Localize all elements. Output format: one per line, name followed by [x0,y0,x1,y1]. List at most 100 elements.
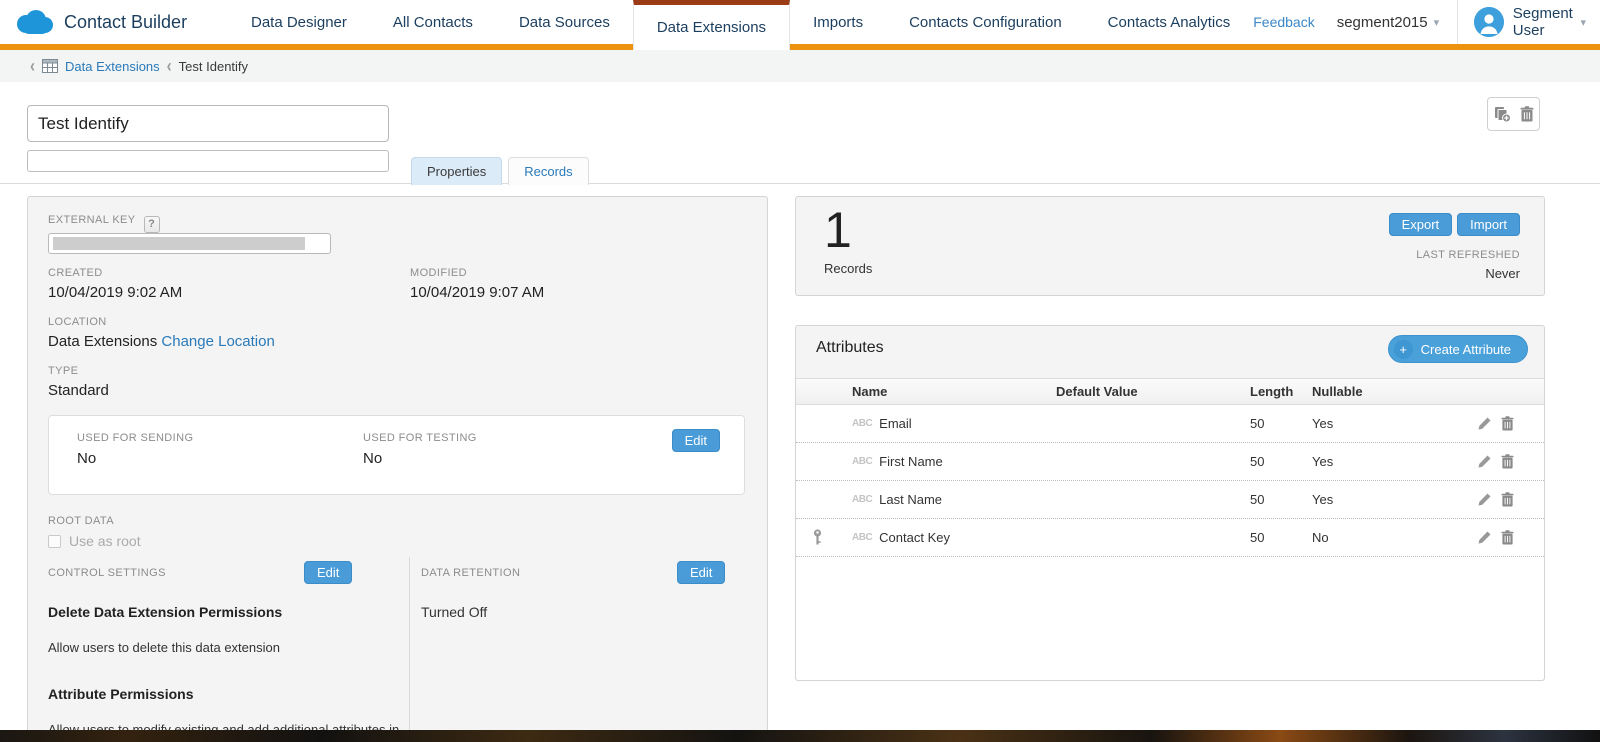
column-header-nullable: Nullable [1312,384,1544,399]
chevron-down-icon[interactable]: ▾ [1434,16,1440,29]
tab-properties[interactable]: Properties [411,157,502,185]
text-type-icon: ABC [852,532,872,543]
usage-settings-box: USED FOR SENDING No USED FOR TESTING No … [48,415,745,495]
redacted-value [53,237,305,250]
export-button[interactable]: Export [1389,213,1453,236]
attributes-table-header: Name Default Value Length Nullable [796,379,1544,405]
user-menu[interactable]: Segment User [1513,5,1575,39]
modified-label: MODIFIED [410,267,467,279]
header-divider [1457,0,1458,44]
edit-control-settings-button[interactable]: Edit [304,561,352,584]
back-chevron-icon[interactable]: ‹ [30,56,35,76]
attribute-nullable: No [1312,530,1477,545]
attribute-name: Last Name [879,492,942,507]
attribute-permissions-title: Attribute Permissions [48,686,193,702]
nav-item-all-contacts[interactable]: All Contacts [370,0,496,44]
nav-item-imports[interactable]: Imports [790,0,886,44]
breadcrumb-parent-link[interactable]: Data Extensions [65,59,160,74]
create-attribute-label: Create Attribute [1421,342,1511,357]
attribute-length: 50 [1250,454,1312,469]
use-as-root-label: Use as root [69,533,141,549]
edit-data-retention-button[interactable]: Edit [677,561,725,584]
create-attribute-button[interactable]: + Create Attribute [1388,335,1528,363]
table-row: ABC Contact Key 50No [796,519,1544,557]
nav-right-cluster: Feedback segment2015 ▾ Segment User ▾ [1253,0,1600,44]
account-menu[interactable]: segment2015 [1337,14,1428,31]
extension-description-input[interactable] [27,150,389,172]
attribute-nullable: Yes [1312,492,1477,507]
nav-item-contacts-configuration[interactable]: Contacts Configuration [886,0,1085,44]
app-title: Contact Builder [64,12,187,33]
table-row: ABC Email 50Yes [796,405,1544,443]
table-row: ABC Last Name 50Yes [796,481,1544,519]
location-value: Data Extensions [48,333,157,350]
accent-bar [0,44,1600,50]
help-icon[interactable]: ? [144,216,160,233]
data-retention-label: DATA RETENTION [421,567,520,579]
edit-usage-button[interactable]: Edit [672,429,720,452]
delete-permissions-title: Delete Data Extension Permissions [48,604,282,620]
edit-pencil-icon[interactable] [1477,530,1492,545]
type-value: Standard [48,382,109,399]
attributes-table: Name Default Value Length Nullable ABC Em… [796,378,1544,680]
root-data-label: ROOT DATA [48,515,114,527]
nav-item-contacts-analytics[interactable]: Contacts Analytics [1085,0,1254,44]
tab-records[interactable]: Records [508,157,588,185]
used-for-testing-value: No [363,450,382,467]
extension-name-input[interactable] [27,105,389,142]
used-for-sending-label: USED FOR SENDING [77,432,193,444]
attribute-length: 50 [1250,416,1312,431]
cloud-logo-icon [14,9,54,36]
modified-value: 10/04/2019 9:07 AM [410,284,544,301]
copy-icon[interactable] [1494,106,1512,123]
column-header-length: Length [1250,384,1312,399]
records-label: Records [824,261,872,276]
trash-icon[interactable] [1501,416,1514,431]
used-for-sending-value: No [77,450,96,467]
trash-icon[interactable] [1520,106,1534,122]
view-tabs: PropertiesRecords [411,157,589,185]
created-value: 10/04/2019 9:02 AM [48,284,182,301]
attributes-title: Attributes [816,339,884,357]
feedback-link[interactable]: Feedback [1253,14,1314,30]
properties-panel: EXTERNAL KEY? CREATED 10/04/2019 9:02 AM… [27,196,768,742]
nav-item-data-extensions[interactable]: Data Extensions [633,0,790,50]
table-row: ABCFirst Name50Yes [796,443,1544,481]
breadcrumb: ‹ Data Extensions ‹ Test Identify [0,50,1600,82]
created-label: CREATED [48,267,103,279]
chevron-down-icon[interactable]: ▾ [1580,16,1586,29]
attribute-nullable: Yes [1312,416,1477,431]
settings-column-divider [409,557,410,742]
text-type-icon: ABC [852,418,872,429]
column-header-name: Name [852,384,1056,399]
attributes-panel: Attributes + Create Attribute Name Defau… [795,325,1545,681]
edit-pencil-icon[interactable] [1477,416,1492,431]
data-extension-grid-icon [42,59,58,73]
delete-permissions-desc: Allow users to delete this data extensio… [48,640,280,655]
location-label: LOCATION [48,316,107,328]
text-type-icon: ABC [852,494,872,505]
attribute-name: Contact Key [879,530,950,545]
trash-icon[interactable] [1501,454,1514,469]
section-divider [0,183,1600,184]
user-avatar[interactable] [1474,7,1504,37]
import-button[interactable]: Import [1457,213,1520,236]
attribute-name: Email [879,416,912,431]
contact-builder-app: Contact Builder Data DesignerAll Contact… [0,0,1600,742]
edit-pencil-icon[interactable] [1477,492,1492,507]
trash-icon[interactable] [1501,530,1514,545]
change-location-link[interactable]: Change Location [161,333,274,350]
attribute-length: 50 [1250,492,1312,507]
nav-item-data-designer[interactable]: Data Designer [228,0,370,44]
attribute-length: 50 [1250,530,1312,545]
records-summary-panel: 1 Records Export Import LAST REFRESHED N… [795,196,1545,296]
nav-item-data-sources[interactable]: Data Sources [496,0,633,44]
trash-icon[interactable] [1501,492,1514,507]
breadcrumb-current: Test Identify [179,59,248,74]
column-header-default-value: Default Value [1056,384,1250,399]
top-nav: Contact Builder Data DesignerAll Contact… [0,0,1600,50]
edit-pencil-icon[interactable] [1477,454,1492,469]
external-key-field[interactable] [48,233,331,254]
extension-actions-group [1487,97,1540,131]
use-as-root-checkbox[interactable] [48,535,61,548]
